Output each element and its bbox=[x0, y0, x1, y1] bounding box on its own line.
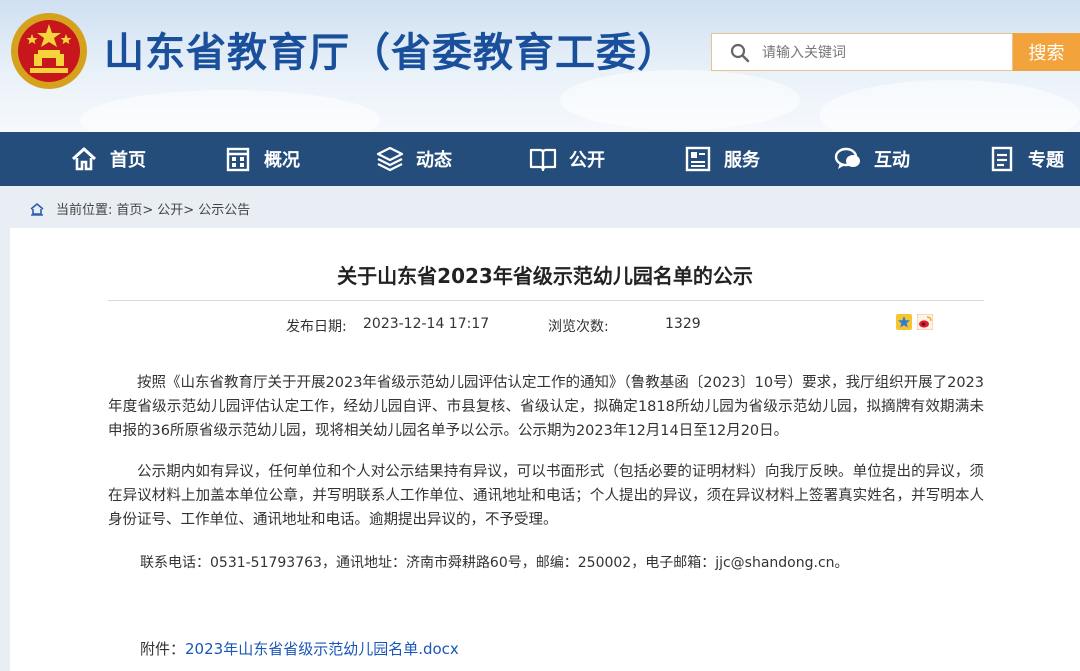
nav-label: 首页 bbox=[110, 150, 146, 171]
stack-icon bbox=[376, 146, 404, 172]
nav-item-home[interactable]: 首页 bbox=[70, 132, 146, 186]
article-paragraph: 按照《山东省教育厅关于开展2023年省级示范幼儿园评估认定工作的通知》（鲁教基函… bbox=[108, 375, 984, 439]
breadcrumb-link-public[interactable]: 公开> bbox=[157, 199, 194, 218]
nav-label: 概况 bbox=[264, 150, 300, 171]
nav-item-topics[interactable]: 专题 bbox=[988, 132, 1064, 186]
national-emblem-icon bbox=[11, 13, 87, 89]
nav-item-overview[interactable]: 概况 bbox=[224, 132, 300, 186]
nav-item-interact[interactable]: 互动 bbox=[834, 132, 910, 186]
search-input[interactable] bbox=[760, 40, 1004, 66]
site-title: 山东省教育厅（省委教育工委） bbox=[104, 30, 678, 76]
home-icon bbox=[71, 147, 97, 171]
service-icon bbox=[685, 146, 711, 172]
nav-item-public[interactable]: 公开 bbox=[529, 132, 605, 186]
contact-info: 联系电话：0531-51793763，通讯地址：济南市舜耕路60号，邮编：250… bbox=[140, 555, 849, 571]
attachment-link[interactable]: 2023年山东省省级示范幼儿园名单.docx bbox=[185, 640, 459, 658]
nav-label: 互动 bbox=[874, 150, 910, 171]
main-nav: 首页 概况 动态 公开 服务 互动 专题 bbox=[0, 132, 1080, 186]
breadcrumb-prefix: 当前位置: bbox=[56, 203, 113, 218]
qzone-share-icon[interactable] bbox=[896, 314, 912, 330]
nav-label: 公开 bbox=[569, 150, 605, 171]
views-label: 浏览次数: bbox=[548, 319, 609, 335]
nav-label: 服务 bbox=[724, 150, 760, 171]
header-banner: 山东省教育厅（省委教育工委） 搜索 bbox=[0, 0, 1080, 132]
cloud-decoration bbox=[560, 70, 800, 130]
attachment: 附件：2023年山东省省级示范幼儿园名单.docx bbox=[140, 638, 459, 659]
breadcrumb-link-notices[interactable]: 公示公告 bbox=[198, 199, 250, 218]
building-icon bbox=[226, 147, 250, 172]
breadcrumb: 当前位置: 首页> 公开> 公示公告 bbox=[30, 199, 254, 218]
search-icon bbox=[730, 43, 750, 63]
search-box bbox=[711, 33, 1013, 71]
breadcrumb-link-home[interactable]: 首页> bbox=[116, 199, 153, 218]
cloud-decoration bbox=[820, 80, 1080, 132]
article-panel: 关于山东省2023年省级示范幼儿园名单的公示 发布日期: 2023-12-14 … bbox=[10, 228, 1080, 671]
search-button[interactable]: 搜索 bbox=[1013, 33, 1080, 71]
cloud-decoration bbox=[80, 90, 380, 132]
nav-item-news[interactable]: 动态 bbox=[376, 132, 452, 186]
nav-label: 动态 bbox=[416, 150, 452, 171]
attachment-label: 附件： bbox=[140, 640, 186, 658]
document-icon bbox=[991, 146, 1013, 172]
nav-label: 专题 bbox=[1028, 150, 1064, 171]
article-paragraph: 公示期内如有异议，任何单位和个人对公示结果持有异议，可以书面形式（包括必要的证明… bbox=[108, 464, 984, 528]
nav-item-service[interactable]: 服务 bbox=[684, 132, 760, 186]
publish-date: 2023-12-14 17:17 bbox=[363, 316, 490, 332]
article-title: 关于山东省2023年省级示范幼儿园名单的公示 bbox=[337, 264, 753, 288]
book-icon bbox=[529, 148, 557, 172]
chat-icon bbox=[834, 147, 860, 169]
views-count: 1329 bbox=[665, 316, 701, 332]
publish-label: 发布日期: bbox=[286, 319, 347, 335]
home-icon bbox=[30, 202, 44, 216]
divider bbox=[108, 300, 984, 301]
weibo-share-icon[interactable] bbox=[917, 314, 933, 330]
